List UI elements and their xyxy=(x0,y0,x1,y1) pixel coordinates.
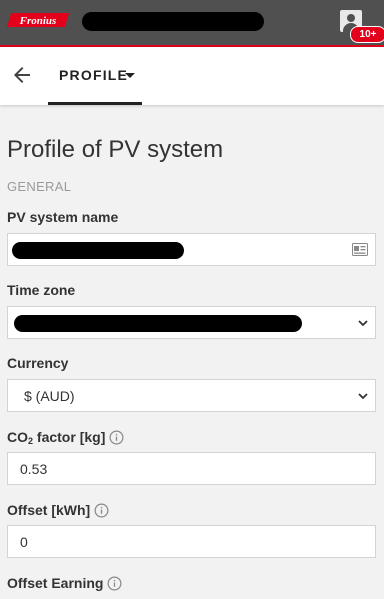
offset-kwh-label: Offset [kWh] xyxy=(7,502,91,518)
currency-select[interactable]: $ (AUD) xyxy=(7,379,376,412)
info-icon[interactable] xyxy=(94,503,109,518)
tab-profile[interactable]: PROFILE xyxy=(48,47,142,105)
co2-factor-label: CO2 factor [kg] xyxy=(7,429,105,446)
offset-earning-label: Offset Earning xyxy=(7,575,104,591)
fronius-logo[interactable]: Fronius xyxy=(7,12,71,28)
brand-text: Fronius xyxy=(19,15,57,27)
currency-label: Currency xyxy=(7,355,69,371)
offset-kwh-value: 0 xyxy=(20,534,28,550)
tab-profile-label: PROFILE xyxy=(59,67,129,83)
pv-system-name-label: PV system name xyxy=(7,209,119,225)
notification-badge[interactable]: 10+ xyxy=(350,26,384,43)
currency-value: $ (AUD) xyxy=(24,388,75,404)
nav-bar: PROFILE xyxy=(0,47,384,105)
info-icon[interactable] xyxy=(107,576,122,591)
contact-card-icon xyxy=(352,243,368,256)
app-header: Fronius 10+ xyxy=(0,0,384,47)
co2-factor-value: 0.53 xyxy=(20,461,48,477)
chevron-down-icon xyxy=(358,393,368,400)
section-heading-general: GENERAL xyxy=(7,179,72,194)
page-title: Profile of PV system xyxy=(7,136,224,163)
redacted-system-name xyxy=(82,12,264,31)
caret-down-icon xyxy=(125,73,135,78)
co2-label-suffix: factor [kg] xyxy=(33,429,106,445)
time-zone-label: Time zone xyxy=(7,282,76,298)
time-zone-select[interactable] xyxy=(7,306,376,339)
co2-factor-input[interactable]: 0.53 xyxy=(7,452,376,485)
pv-system-name-input[interactable] xyxy=(7,233,376,266)
redacted-pv-system-name xyxy=(12,242,184,259)
chevron-down-icon xyxy=(358,320,368,327)
arrow-left-icon[interactable] xyxy=(10,63,34,87)
info-icon[interactable] xyxy=(109,430,124,445)
offset-kwh-input[interactable]: 0 xyxy=(7,525,376,558)
redacted-time-zone xyxy=(14,315,302,332)
co2-label-prefix: CO xyxy=(7,429,28,445)
